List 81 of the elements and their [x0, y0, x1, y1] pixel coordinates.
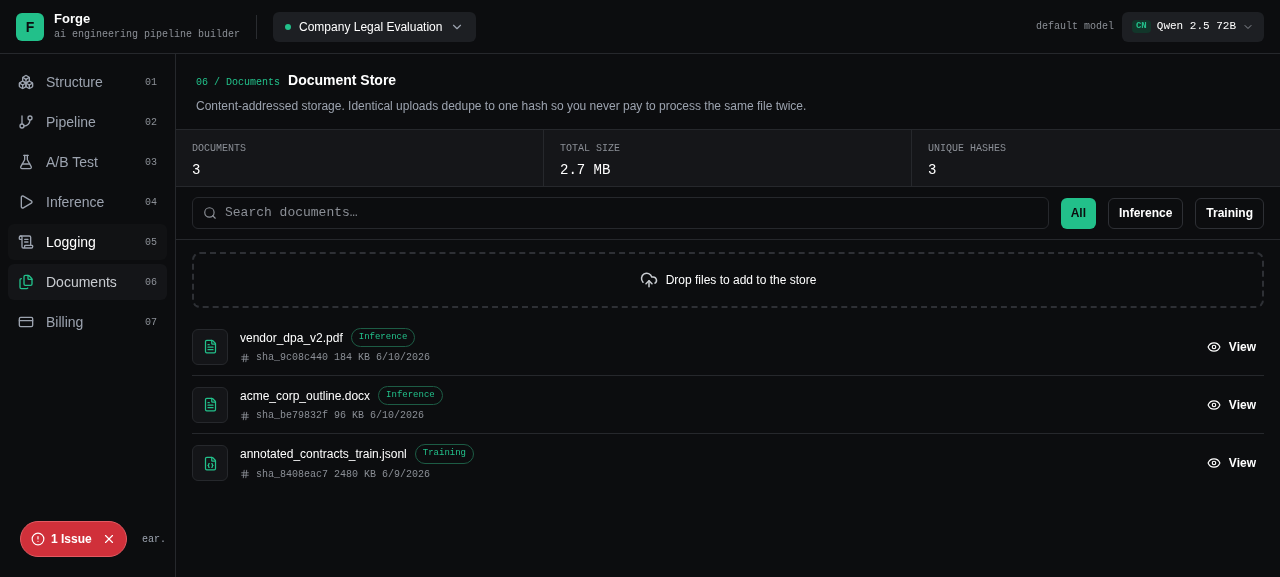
stat-label: TOTAL SIZE [560, 142, 621, 156]
file-text-icon [202, 397, 218, 412]
hash-icon [240, 469, 250, 480]
drop-zone[interactable]: Drop files to add to the store [192, 252, 1264, 308]
file-date: 6/10/2026 [376, 351, 431, 366]
stat-value: 3 [192, 161, 202, 180]
filter-tab[interactable]: Training [1195, 197, 1264, 229]
files-icon [18, 274, 34, 290]
file-date: 6/10/2026 [370, 409, 425, 424]
sidebar-item[interactable]: Structure 01 [8, 64, 167, 100]
footer-note: ear. [142, 534, 166, 545]
logo: F [16, 12, 44, 41]
sidebar-label: Logging [46, 232, 96, 252]
sidebar-label: A/B Test [46, 152, 98, 172]
sidebar-label: Documents [46, 272, 117, 292]
sidebar-item[interactable]: Billing 07 [8, 304, 167, 340]
sidebar-number: 01 [145, 75, 157, 90]
sidebar-item[interactable]: Logging 05 [8, 224, 167, 260]
file-name: annotated_contracts_train.jsonl [240, 446, 407, 463]
sidebar-item[interactable]: Inference 04 [8, 184, 167, 220]
file-size: 184 KB [334, 351, 371, 366]
eye-icon [1206, 456, 1221, 470]
project-selector[interactable]: Company Legal Evaluation [273, 11, 477, 42]
boxes-icon [18, 74, 34, 90]
stat-label: UNIQUE HASHES [928, 142, 1007, 156]
model-name: Qwen 2.5 72B [1156, 19, 1236, 35]
file-text-icon [202, 339, 218, 354]
page-description: Content-addressed storage. Identical uploads dedupe to one hash so you never pay to process the same file twice. [196, 98, 808, 115]
breadcrumb: 06 / Documents [196, 76, 280, 90]
stat-value: 2.7 MB [560, 161, 612, 180]
sidebar-number: 03 [145, 155, 157, 170]
hash-icon [240, 352, 250, 363]
issue-badge[interactable]: 1 Issue [20, 521, 127, 557]
scroll-icon [18, 234, 34, 250]
file-hash: sha_9c08c440 [256, 351, 328, 366]
file-name: vendor_dpa_v2.pdf [240, 329, 343, 347]
view-button[interactable]: View [1198, 330, 1264, 363]
view-button[interactable]: View [1198, 447, 1264, 479]
model-selector[interactable]: CN Qwen 2.5 72B [1121, 11, 1264, 42]
filter-tab[interactable]: All [1060, 197, 1096, 229]
search-field[interactable]: Search documents… [192, 197, 1049, 229]
file-date: 6/9/2026 [382, 467, 431, 482]
drop-zone-label: Drop files to add to the store [665, 272, 817, 289]
sidebar-item[interactable]: Pipeline 02 [8, 104, 167, 140]
page-title: Document Store [288, 71, 397, 90]
json-file-icon [202, 455, 218, 471]
sidebar-number: 04 [145, 195, 157, 210]
sidebar-number: 07 [145, 315, 157, 330]
sidebar-number: 05 [145, 235, 157, 250]
region-tag: CN [1131, 19, 1151, 34]
play-icon [18, 194, 34, 210]
sidebar-label: Inference [46, 192, 105, 212]
sidebar-label: Pipeline [46, 112, 96, 132]
alert-icon [31, 532, 45, 546]
sidebar-number: 02 [145, 115, 157, 130]
app-tagline: ai engineering pipeline builder [54, 27, 241, 42]
filter-tab[interactable]: Inference [1107, 197, 1184, 229]
search-input[interactable]: Search documents… [225, 203, 1038, 223]
sidebar-number: 06 [145, 275, 157, 290]
sidebar-item[interactable]: A/B Test 03 [8, 144, 167, 180]
model-label: default model [1035, 20, 1114, 34]
view-button[interactable]: View [1198, 388, 1264, 421]
search-icon [203, 206, 217, 220]
file-hash: sha_be79832f [256, 409, 328, 424]
eye-icon [1206, 339, 1221, 354]
branch-icon [18, 114, 34, 130]
flask-icon [18, 154, 34, 170]
hash-icon [240, 410, 250, 421]
stat-label: DOCUMENTS [192, 142, 247, 156]
card-icon [18, 314, 34, 330]
file-size: 2480 KB [334, 467, 377, 482]
sidebar-label: Structure [46, 72, 103, 92]
upload-icon [639, 271, 658, 289]
sidebar-label: Billing [46, 312, 84, 332]
file-hash: sha_8408eac7 [256, 467, 328, 482]
eye-icon [1206, 397, 1221, 412]
file-size: 96 KB [334, 409, 365, 424]
stat-value: 3 [928, 161, 938, 180]
app-name: Forge [54, 10, 92, 27]
file-name: acme_corp_outline.docx [240, 387, 371, 405]
sidebar-item[interactable]: Documents 06 [8, 264, 167, 300]
